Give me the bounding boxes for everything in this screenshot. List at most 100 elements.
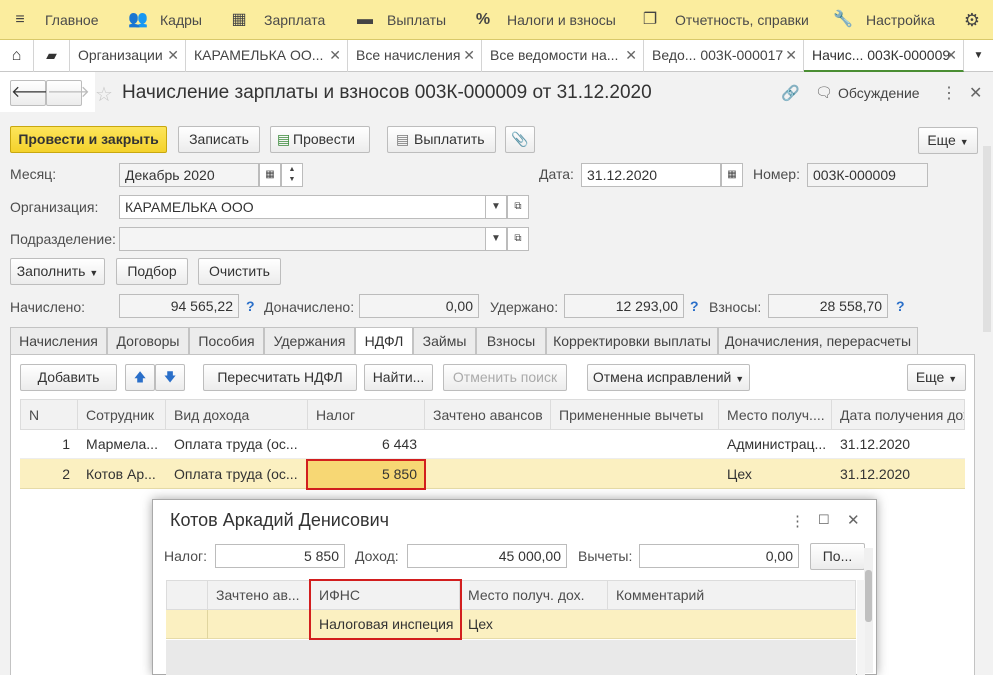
- date-field[interactable]: 31.12.2020: [581, 163, 721, 187]
- tabs-dropdown-icon[interactable]: ▼: [964, 40, 993, 72]
- help-icon[interactable]: ?: [896, 298, 905, 314]
- home-icon[interactable]: ⌂: [0, 40, 34, 72]
- discussion-link[interactable]: Обсуждение: [838, 85, 920, 101]
- column-header-date[interactable]: Дата получения дох: [832, 399, 965, 430]
- column-header-income[interactable]: Вид дохода: [166, 399, 308, 430]
- nav-main[interactable]: Главное: [45, 0, 99, 40]
- month-stepper[interactable]: ▲ ▼: [281, 163, 303, 187]
- nav-taxes[interactable]: Налоги и взносы: [507, 0, 616, 40]
- column-header-deductions[interactable]: Примененные вычеты: [551, 399, 719, 430]
- move-up-icon[interactable]: 🡅: [125, 364, 155, 391]
- tab-statement[interactable]: Ведо... 003К-000017 ✕: [644, 40, 804, 72]
- tab-contributions[interactable]: Взносы: [476, 327, 546, 354]
- column-header-tax[interactable]: Налог: [308, 399, 425, 430]
- link-icon[interactable]: 🔗: [781, 84, 800, 102]
- find-button[interactable]: Найти...: [364, 364, 433, 391]
- dialog-pick-button[interactable]: По...: [810, 543, 865, 570]
- column-header-place[interactable]: Место получ. дох.: [460, 580, 608, 610]
- clear-button[interactable]: Очистить: [198, 258, 281, 285]
- scrollbar[interactable]: [857, 580, 865, 675]
- close-icon[interactable]: ✕: [969, 83, 982, 103]
- help-icon[interactable]: ?: [246, 298, 255, 314]
- scrollbar[interactable]: [983, 146, 991, 332]
- nav-staff[interactable]: Кадры: [160, 0, 202, 40]
- column-header-blank[interactable]: [166, 580, 208, 610]
- tab-accruals[interactable]: Начисления: [10, 327, 107, 354]
- maximize-icon[interactable]: ☐: [818, 512, 830, 528]
- discussion-icon: 🗨: [815, 84, 833, 100]
- tab-ndfl[interactable]: НДФЛ: [355, 327, 413, 355]
- column-header-comment[interactable]: Комментарий: [608, 580, 856, 610]
- number-field[interactable]: 003К-000009: [807, 163, 928, 187]
- open-icon[interactable]: ⧉: [507, 195, 529, 219]
- forward-button[interactable]: 🡒: [46, 80, 90, 106]
- attach-icon[interactable]: 📎: [505, 126, 535, 153]
- tab-accrual-active[interactable]: Начис... 003К-000009 ✕: [804, 40, 964, 72]
- close-icon[interactable]: ✕: [847, 511, 860, 529]
- cancel-search-button[interactable]: Отменить поиск: [443, 364, 567, 391]
- tab-withholdings[interactable]: Удержания: [264, 327, 355, 354]
- column-header-n[interactable]: N: [20, 399, 78, 430]
- close-icon[interactable]: ✕: [945, 40, 957, 70]
- menu-icon[interactable]: ≡: [10, 0, 30, 40]
- gear-icon[interactable]: ⚙: [962, 0, 982, 40]
- cell-income: Оплата труда (ос...: [174, 466, 298, 482]
- recalc-ndfl-button[interactable]: Пересчитать НДФЛ: [203, 364, 357, 391]
- nav-settings[interactable]: Настройка: [866, 0, 935, 40]
- column-header-place[interactable]: Место получ....: [719, 399, 832, 430]
- more-button[interactable]: Еще ▼: [907, 364, 966, 391]
- star-icon[interactable]: ☆: [95, 82, 113, 107]
- post-and-close-button[interactable]: Провести и закрыть: [10, 126, 167, 153]
- help-icon[interactable]: ?: [690, 298, 699, 314]
- dialog-tax-field[interactable]: 5 850: [215, 544, 345, 568]
- tab-organizations[interactable]: Организации ✕: [70, 40, 186, 72]
- dialog-deductions-field[interactable]: 0,00: [639, 544, 799, 568]
- more-icon[interactable]: ⋮: [941, 83, 957, 103]
- open-icon[interactable]: ⧉: [507, 227, 529, 251]
- save-button[interactable]: Записать: [178, 126, 260, 153]
- column-header-advances[interactable]: Зачтено авансов: [425, 399, 551, 430]
- chat-icon[interactable]: ▰: [34, 40, 70, 72]
- more-button[interactable]: Еще ▼: [918, 127, 978, 154]
- pay-button[interactable]: ▤ Выплатить: [387, 126, 496, 153]
- scrollbar-thumb[interactable]: [865, 570, 872, 622]
- organization-field[interactable]: КАРАМЕЛЬКА ООО: [119, 195, 486, 219]
- close-icon[interactable]: ✕: [463, 40, 475, 71]
- column-header-advances[interactable]: Зачтено ав...: [208, 580, 311, 610]
- close-icon[interactable]: ✕: [625, 40, 637, 71]
- tab-payment-adjustments[interactable]: Корректировки выплаты: [546, 327, 718, 354]
- close-icon[interactable]: ✕: [167, 40, 179, 71]
- undo-fixes-button[interactable]: Отмена исправлений ▼: [587, 364, 750, 391]
- accrued-value: 94 565,22: [119, 294, 239, 318]
- post-button[interactable]: ▤ Провести: [270, 126, 370, 153]
- close-icon[interactable]: ✕: [329, 40, 341, 71]
- select-button[interactable]: Подбор: [116, 258, 188, 285]
- back-button[interactable]: 🡐: [10, 80, 54, 106]
- tab-benefits[interactable]: Пособия: [189, 327, 264, 354]
- accrued-label: Начислено:: [10, 299, 86, 315]
- close-icon[interactable]: ✕: [785, 40, 797, 71]
- month-field[interactable]: Декабрь 2020: [119, 163, 259, 187]
- fill-button[interactable]: Заполнить ▼: [10, 258, 105, 285]
- calendar-icon[interactable]: ▦: [721, 163, 743, 187]
- nav-reports[interactable]: Отчетность, справки: [675, 0, 809, 40]
- department-field[interactable]: [119, 227, 486, 251]
- move-down-icon[interactable]: 🡇: [155, 364, 185, 391]
- column-header-employee[interactable]: Сотрудник: [78, 399, 166, 430]
- nav-payments[interactable]: Выплаты: [387, 0, 446, 40]
- tab-karamelka[interactable]: КАРАМЕЛЬКА ОО... ✕: [186, 40, 348, 72]
- tab-recalculations[interactable]: Доначисления, перерасчеты: [718, 327, 918, 354]
- tab-all-statements[interactable]: Все ведомости на... ✕: [482, 40, 644, 72]
- chevron-down-icon[interactable]: ▼: [485, 195, 507, 219]
- empty-table-area: [166, 640, 856, 675]
- chevron-down-icon[interactable]: ▼: [485, 227, 507, 251]
- cell-advances: [425, 460, 551, 489]
- tab-contracts[interactable]: Договоры: [107, 327, 189, 354]
- dialog-income-field[interactable]: 45 000,00: [407, 544, 567, 568]
- calendar-icon[interactable]: ▦: [259, 163, 281, 187]
- tab-all-accruals[interactable]: Все начисления ✕: [348, 40, 482, 72]
- tab-loans[interactable]: Займы: [413, 327, 476, 354]
- nav-salary[interactable]: Зарплата: [264, 0, 325, 40]
- add-button[interactable]: Добавить: [20, 364, 117, 391]
- more-icon[interactable]: ⋮: [790, 512, 805, 530]
